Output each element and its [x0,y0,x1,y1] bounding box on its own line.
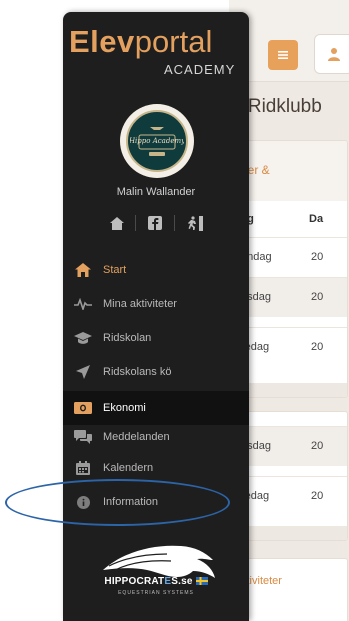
hippocrates-horse-logo-icon [103,545,215,578]
sidebar-item-label: Kalendern [103,462,154,474]
row-date: 20 [311,291,324,303]
sidebar-item-label: Ridskolans kö [103,366,172,378]
home-link-button[interactable] [105,213,129,233]
footer-logo-text-domain: S.se [171,576,193,587]
hamburger-icon [278,51,288,59]
sidebar-item-label: Meddelanden [103,431,170,443]
row-date: 20 [311,440,324,452]
graduation-cap-icon [74,331,92,344]
table-header: ag Da [233,203,347,235]
sidebar-item-label: Ekonomi [103,402,146,414]
table-row[interactable]: redag 20 [233,327,347,367]
card-footer [233,383,347,397]
calendar-icon [76,461,90,475]
money-icon [74,402,92,414]
schedule-card-2: nsdag 20 redag 20 [232,411,348,541]
send-arrow-icon [76,365,90,379]
brand-name-light: portal [134,24,213,59]
card-heading: ktiviteter [241,575,282,587]
chat-bubbles-icon [74,429,92,444]
brand-subtitle: ACADEMY [164,62,236,77]
row-date: 20 [311,490,324,502]
menu-toggle-button[interactable] [268,40,298,70]
brand-name-bold: Elev [69,24,135,59]
column-header-date: Da [309,213,324,225]
sidebar-item-label: Mina aktiviteter [103,298,177,310]
swedish-flag-icon [195,577,208,586]
hippocrates-brand[interactable]: HIPPOCRATES.se [63,576,249,587]
brand-logo[interactable]: Elevportal [69,24,212,60]
club-logo: Hippo Academy [120,104,194,178]
card-footer [233,526,347,540]
highlight-ellipse [5,479,230,526]
table-row[interactable]: nsdag 20 [233,277,347,317]
exit-icon [188,215,203,231]
sidebar-item-ridskolans-ko[interactable]: Ridskolans kö [63,355,249,389]
user-menu-button[interactable] [314,34,349,74]
logo-text: Hippo Academy [130,137,184,145]
sidebar: Elevportal ACADEMY Hippo Academy Malin W… [63,12,249,621]
home-icon [110,216,124,230]
activities-card: ktiviteter [232,558,348,621]
table-row[interactable]: ändag 20 [233,237,347,277]
table-row[interactable]: redag 20 [233,476,347,516]
facebook-icon [148,216,162,230]
user-icon [328,48,340,61]
facebook-link-button[interactable] [143,213,167,233]
sidebar-item-label: Ridskolan [103,332,152,344]
card-heading: ner & [233,141,347,201]
hippo-academy-emblem-icon: Hippo Academy [130,127,184,156]
row-date: 20 [311,251,324,263]
sidebar-item-start[interactable]: Start [63,253,249,287]
sidebar-item-mina-aktiviteter[interactable]: Mina aktiviteter [63,287,249,321]
footer-logo-text: HIPPOCRAT [104,576,165,587]
divider [174,215,175,231]
schedule-card: ner & ag Da ändag 20 nsdag 20 redag 20 [232,140,348,398]
user-name: Malin Wallander [116,186,196,198]
row-date: 20 [311,341,324,353]
sidebar-item-label: Start [103,264,127,276]
sidebar-item-ridskolan[interactable]: Ridskolan [63,321,249,355]
club-logo-inner: Hippo Academy [126,110,188,172]
divider [135,215,136,231]
home-icon [75,263,91,277]
sidebar-item-meddelanden[interactable]: Meddelanden [63,420,249,454]
activity-pulse-icon [74,298,92,310]
footer-logo-subtitle: EQUESTRIAN SYSTEMS [118,590,194,596]
table-row[interactable]: nsdag 20 [233,426,347,466]
logout-button[interactable] [184,213,208,233]
